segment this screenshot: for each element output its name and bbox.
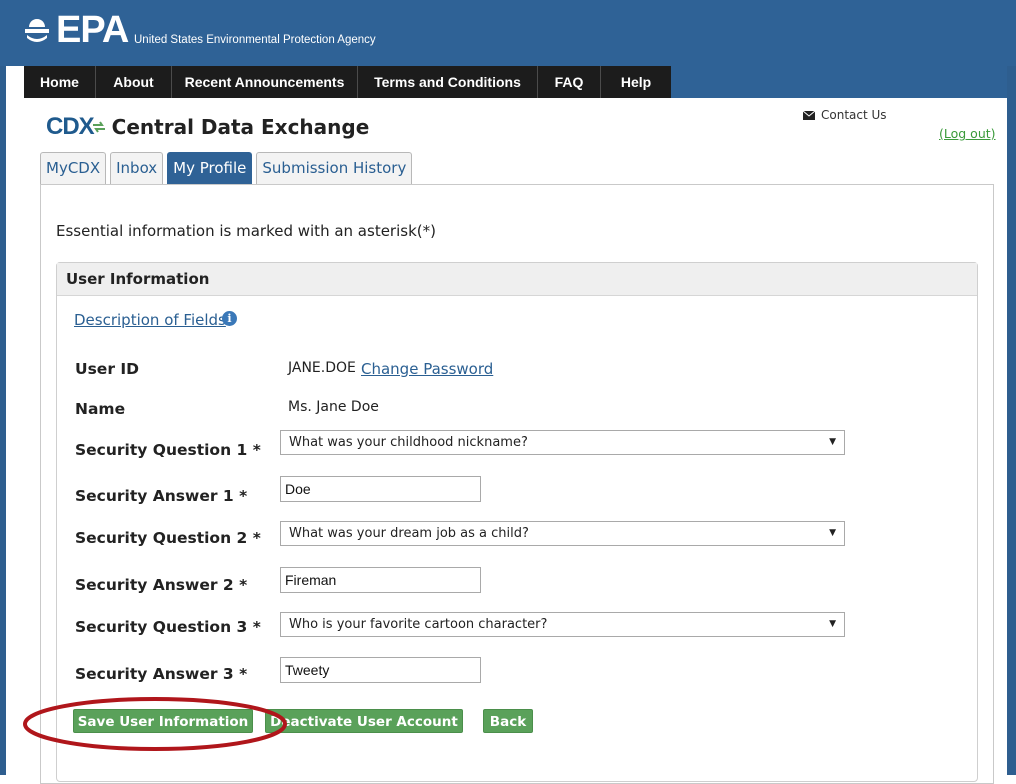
epa-logo-text: EPA (56, 9, 129, 51)
logout-link[interactable]: (Log out) (939, 126, 996, 141)
dropdown-arrow-icon: ▼ (829, 437, 836, 447)
security-question-2-select[interactable]: What was your dream job as a child? ▼ (280, 521, 845, 546)
nav-recent-announcements[interactable]: Recent Announcements (172, 66, 358, 98)
user-id-value: JANE.DOE (288, 360, 356, 376)
security-question-1-label: Security Question 1 * (75, 441, 261, 459)
tab-submission-history[interactable]: Submission History (256, 152, 413, 184)
security-question-2-value: What was your dream job as a child? (289, 526, 529, 541)
contact-us-link[interactable]: Contact Us (803, 108, 887, 122)
tab-my-profile[interactable]: My Profile (167, 152, 253, 184)
security-answer-2-input[interactable]: Fireman (280, 567, 481, 593)
change-password-link[interactable]: Change Password (361, 360, 493, 378)
security-question-1-value: What was your childhood nickname? (289, 435, 528, 450)
nav-terms-and-conditions[interactable]: Terms and Conditions (358, 66, 538, 98)
user-id-label: User ID (75, 360, 139, 378)
name-value: Ms. Jane Doe (288, 399, 379, 415)
description-of-fields-link[interactable]: Description of Fields (74, 311, 226, 329)
security-question-2-label: Security Question 2 * (75, 529, 261, 547)
dropdown-arrow-icon: ▼ (829, 619, 836, 629)
epa-logo[interactable]: EPA (22, 6, 129, 54)
cdx-mark: CDX (46, 113, 95, 140)
security-question-3-value: Who is your favorite cartoon character? (289, 617, 548, 632)
nav-about[interactable]: About (96, 66, 172, 98)
info-icon[interactable]: i (222, 311, 237, 326)
page-app-title: Central Data Exchange (111, 115, 370, 139)
tab-mycdx[interactable]: MyCDX (40, 152, 107, 184)
epa-banner: EPA United States Environmental Protecti… (0, 0, 1016, 66)
envelope-icon (803, 110, 815, 120)
agency-name: United States Environmental Protection A… (134, 34, 376, 46)
security-answer-3-input[interactable]: Tweety (280, 657, 481, 683)
nav-bar-fill (671, 66, 1007, 98)
security-question-3-select[interactable]: Who is your favorite cartoon character? … (280, 612, 845, 637)
security-answer-1-input[interactable]: Doe (280, 476, 481, 502)
security-answer-1-label: Security Answer 1 * (75, 487, 248, 505)
security-question-1-select[interactable]: What was your childhood nickname? ▼ (280, 430, 845, 455)
name-label: Name (75, 400, 126, 418)
nav-help[interactable]: Help (601, 66, 671, 98)
deactivate-user-account-button[interactable]: Deactivate User Account (265, 709, 463, 733)
back-button[interactable]: Back (483, 709, 533, 733)
security-answer-2-label: Security Answer 2 * (75, 576, 248, 594)
window-frame-left (0, 0, 6, 775)
nav-faq[interactable]: FAQ (538, 66, 601, 98)
cdx-logo[interactable]: CDX Central Data Exchange (46, 113, 369, 141)
tab-inbox[interactable]: Inbox (110, 152, 164, 184)
nav-home[interactable]: Home (24, 66, 96, 98)
security-answer-3-label: Security Answer 3 * (75, 665, 248, 683)
security-question-3-label: Security Question 3 * (75, 618, 261, 636)
essential-info-note: Essential information is marked with an … (56, 222, 436, 240)
epa-flower-icon (25, 19, 49, 42)
dropdown-arrow-icon: ▼ (829, 528, 836, 538)
user-information-heading: User Information (57, 263, 977, 296)
contact-us-label: Contact Us (821, 108, 887, 122)
main-nav: Home About Recent Announcements Terms an… (24, 66, 671, 98)
profile-tabs: MyCDX Inbox My Profile Submission Histor… (40, 152, 416, 184)
window-frame-right (1007, 0, 1016, 775)
cdx-arrows-icon (92, 121, 105, 133)
save-user-information-button[interactable]: Save User Information (73, 709, 253, 733)
